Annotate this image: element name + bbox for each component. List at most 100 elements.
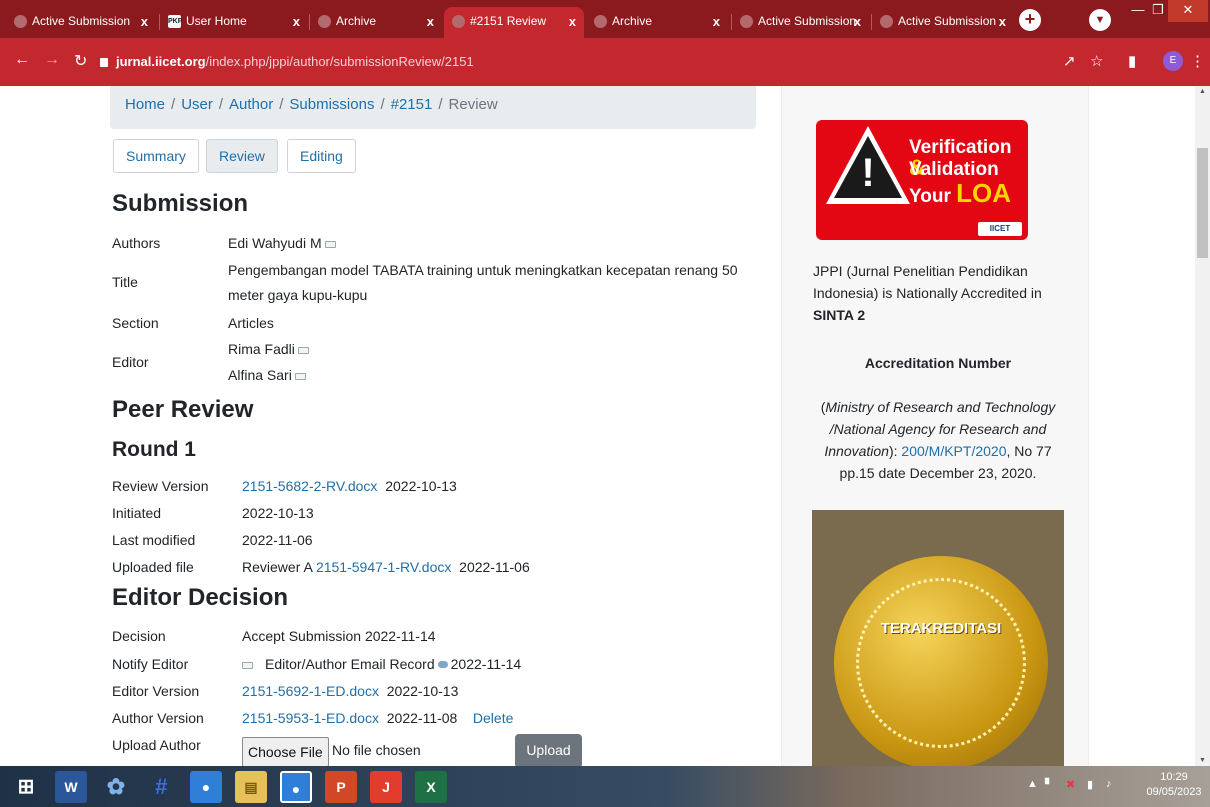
reload-icon[interactable]: ↻ — [74, 51, 87, 71]
browser-tab[interactable]: Archive x — [310, 7, 442, 38]
ojs-icon — [740, 15, 753, 28]
breadcrumb-separator: / — [171, 96, 176, 113]
banner-loa: LOA — [956, 178, 1012, 208]
menu-kebab-icon[interactable]: ⋮ — [1190, 52, 1205, 70]
new-tab-button[interactable]: + — [1019, 9, 1041, 31]
url-host: jurnal.iicet.org — [116, 54, 206, 69]
browser-tab[interactable]: Active Submission x — [732, 7, 869, 38]
tab-editing[interactable]: Editing — [287, 139, 356, 173]
delete-link[interactable]: Delete — [473, 710, 513, 726]
uploaded-file-label: Uploaded file — [112, 559, 194, 575]
editor-decision-heading: Editor Decision — [112, 584, 289, 611]
tab-review[interactable]: Review — [206, 139, 278, 173]
paren-close: ): — [888, 443, 902, 459]
breadcrumb-separator: / — [380, 96, 385, 113]
signal-icon[interactable]: ▘ — [1045, 778, 1053, 791]
profile-avatar[interactable]: E — [1163, 51, 1183, 71]
clock-time: 10:29 — [1160, 771, 1188, 783]
notify-date: 2022-11-14 — [450, 656, 522, 672]
choose-file-button[interactable]: Choose File — [242, 737, 329, 766]
browser-tab-active[interactable]: #2151 Review x — [444, 7, 584, 38]
browser-tab[interactable]: Archive x — [586, 7, 728, 38]
seal-ring — [856, 578, 1026, 748]
onenote-icon[interactable]: # — [145, 771, 177, 803]
email-icon[interactable] — [242, 662, 253, 669]
back-icon[interactable]: ← — [14, 51, 30, 69]
tab-search-icon[interactable]: ▼ — [1089, 9, 1111, 31]
pdf-reader-icon[interactable]: J — [370, 771, 402, 803]
breadcrumb-home[interactable]: Home — [125, 96, 165, 113]
browser-tab-strip: Active Submission x PKP User Home x Arch… — [0, 0, 1210, 38]
accreditation-certificate-image: TERAKREDITASI — [812, 510, 1064, 766]
side-panel-icon[interactable]: ▮ — [1128, 52, 1136, 70]
tab-label: Active Submission — [898, 14, 997, 28]
comment-icon[interactable] — [437, 661, 448, 668]
email-record-text: Editor/Author Email Record — [265, 656, 435, 672]
tray-expand-icon[interactable]: ▲ — [1027, 778, 1038, 790]
browser-tab[interactable]: Active Submission x — [6, 7, 156, 38]
close-tab-icon[interactable]: x — [713, 7, 720, 36]
tab-summary[interactable]: Summary — [113, 139, 199, 173]
author-version-file-link[interactable]: 2151-5953-1-ED.docx — [242, 710, 379, 726]
breadcrumb-user[interactable]: User — [181, 96, 213, 113]
email-icon[interactable] — [294, 373, 306, 380]
accreditation-number-heading: Accreditation Number — [864, 355, 1012, 371]
email-icon[interactable] — [297, 347, 309, 354]
chrome-icon[interactable]: ● — [190, 771, 222, 803]
accreditation-text: JPPI (Jurnal Penelitian Pendidikan Indon… — [813, 260, 1063, 326]
paint-icon[interactable]: ✿ — [100, 771, 132, 803]
browser-tab[interactable]: PKP User Home x — [160, 7, 308, 38]
upload-button[interactable]: Upload — [515, 734, 582, 766]
battery-icon[interactable]: ▮ — [1087, 778, 1093, 791]
powerpoint-icon[interactable]: P — [325, 771, 357, 803]
author-name: Edi Wahyudi M — [228, 235, 322, 251]
close-tab-icon[interactable]: x — [854, 7, 861, 36]
ojs-icon — [594, 15, 607, 28]
breadcrumb-separator: / — [438, 96, 443, 113]
decree-link[interactable]: 200/M/KPT/2020 — [901, 443, 1006, 459]
editor-name: Rima Fadli — [228, 341, 295, 357]
chrome-active-icon[interactable]: ● — [280, 771, 312, 803]
volume-icon[interactable]: ♪ — [1106, 778, 1112, 790]
peer-review-heading: Peer Review — [112, 396, 254, 423]
breadcrumb-submission-id[interactable]: #2151 — [391, 96, 433, 113]
scroll-down-icon[interactable]: ▼ — [1199, 757, 1206, 764]
forward-icon[interactable]: → — [44, 51, 60, 69]
loa-verification-banner[interactable]: ! Verification & Validation Your LOA IIC… — [816, 120, 1028, 240]
system-clock[interactable]: 10:29 09/05/2023 — [1144, 770, 1204, 800]
email-icon[interactable] — [324, 241, 336, 248]
url-field[interactable]: jurnal.iicet.org/index.php/jppi/author/s… — [100, 50, 1100, 74]
editor-version-file-link[interactable]: 2151-5692-1-ED.docx — [242, 683, 379, 699]
no-internet-icon[interactable]: ✖ — [1066, 778, 1075, 791]
close-tab-icon[interactable]: x — [569, 7, 576, 36]
word-icon[interactable]: W — [55, 771, 87, 803]
bookmark-star-icon[interactable]: ☆ — [1090, 52, 1103, 70]
scrollbar-thumb[interactable] — [1197, 148, 1208, 258]
initiated-value: 2022-10-13 — [242, 505, 314, 521]
upload-author-label: Upload Author — [112, 737, 201, 753]
breadcrumb-author[interactable]: Author — [229, 96, 273, 113]
close-tab-icon[interactable]: x — [427, 7, 434, 36]
banner-line-3: Your LOA — [909, 180, 1011, 210]
close-tab-icon[interactable]: x — [999, 7, 1006, 36]
scroll-up-icon[interactable]: ▲ — [1199, 88, 1206, 95]
close-tab-icon[interactable]: x — [141, 7, 148, 36]
page-scrollbar[interactable]: ▲ ▼ — [1195, 86, 1210, 766]
ojs-icon — [452, 15, 465, 28]
review-version-file-link[interactable]: 2151-5682-2-RV.docx — [242, 478, 377, 494]
close-tab-icon[interactable]: x — [293, 7, 300, 36]
sinta-rank: SINTA 2 — [813, 307, 866, 323]
windows-start-icon[interactable]: ⊞ — [10, 771, 42, 803]
browser-tab[interactable]: Active Submission x — [872, 7, 1014, 38]
uploaded-file-link[interactable]: 2151-5947-1-RV.docx — [316, 559, 451, 575]
file-explorer-icon[interactable]: ▤ — [235, 771, 267, 803]
editor-version-label: Editor Version — [112, 683, 200, 699]
seal-label: TERAKREDITASI — [880, 620, 1002, 637]
window-close-icon[interactable]: ✕ — [1168, 0, 1208, 22]
lock-icon — [100, 58, 108, 67]
author-version-label: Author Version — [112, 710, 204, 726]
share-icon[interactable]: ↗ — [1063, 52, 1076, 70]
editor-version-value: 2151-5692-1-ED.docx 2022-10-13 — [242, 680, 458, 702]
breadcrumb-submissions[interactable]: Submissions — [289, 96, 374, 113]
excel-icon[interactable]: X — [415, 771, 447, 803]
